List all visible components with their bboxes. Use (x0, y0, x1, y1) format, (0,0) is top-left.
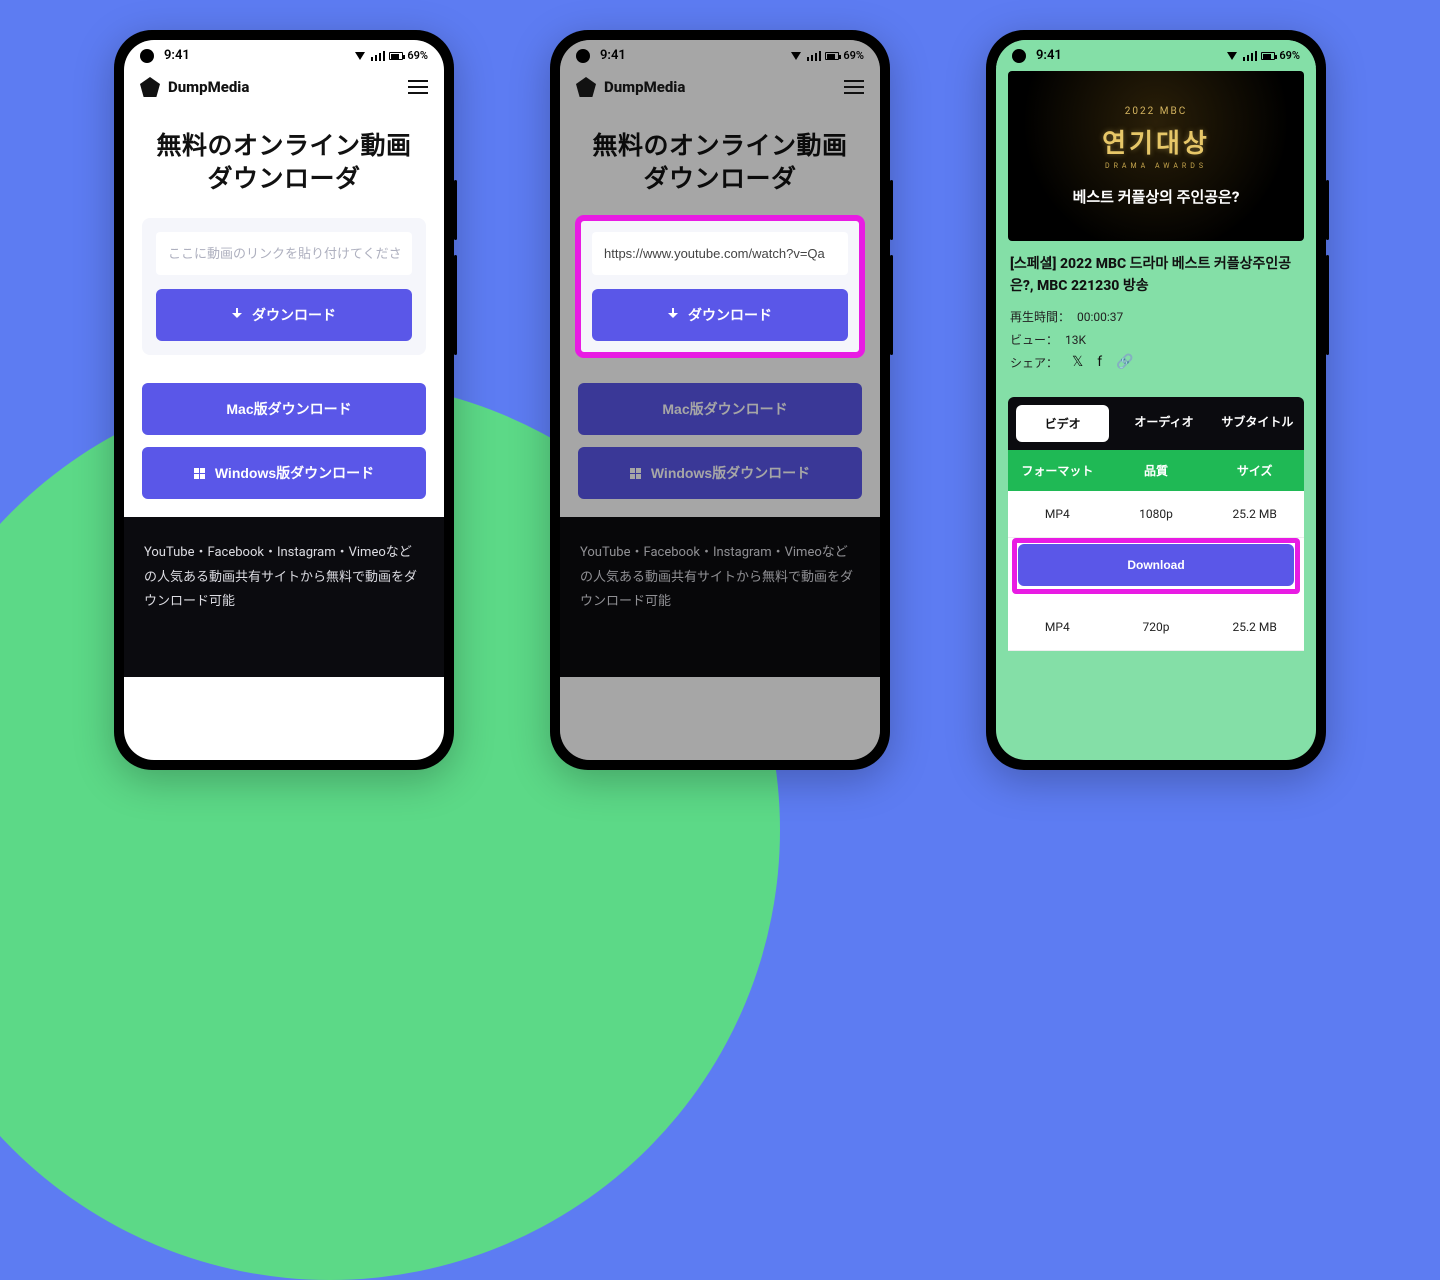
menu-icon[interactable] (844, 80, 864, 94)
brand[interactable]: DumpMedia (576, 77, 685, 97)
views-value: 13K (1065, 333, 1086, 347)
mac-download-label: Mac版ダウンロード (226, 399, 351, 419)
duration-label: 再生時間： (1010, 310, 1070, 324)
download-button[interactable]: ダウンロード (592, 289, 848, 341)
video-title: [스페셜] 2022 MBC 드라마 베스트 커플상주인공은?, MBC 221… (1010, 253, 1302, 298)
battery-percent: 69% (1279, 49, 1300, 62)
camera-hole (140, 49, 154, 63)
battery-percent: 69% (843, 49, 864, 62)
status-bar: 9:41 69% (124, 40, 444, 67)
cellular-icon (807, 51, 821, 61)
thumb-year: 2022 MBC (1125, 106, 1187, 117)
battery-icon (389, 52, 403, 60)
status-bar: 9:41 69% (996, 40, 1316, 67)
download-icon (668, 310, 678, 320)
cell-format: MP4 (1008, 507, 1107, 521)
status-time: 9:41 (1036, 48, 1062, 63)
download-button-label: ダウンロード (688, 305, 772, 325)
signal-icon (791, 52, 801, 60)
footer-text: YouTube・Facebook・Instagram・Vimeoなどの人気ある動… (124, 517, 444, 677)
col-size: サイズ (1205, 462, 1304, 479)
mac-download-label: Mac版ダウンロード (662, 399, 787, 419)
download-button[interactable]: ダウンロード (156, 289, 412, 341)
thumb-title: 연기대상 (1102, 123, 1210, 160)
cell-quality: 720p (1107, 620, 1206, 634)
phone-mockup-2: 9:41 69% DumpMedia 無料のオンライン動画ダウンローダ (550, 30, 890, 770)
windows-icon (630, 468, 641, 479)
brand-name: DumpMedia (604, 78, 685, 96)
url-input-card: ダウンロード (142, 218, 426, 355)
thumb-subtitle: DRAMA AWARDS (1105, 162, 1207, 170)
url-input[interactable] (156, 232, 412, 275)
battery-percent: 69% (407, 49, 428, 62)
windows-icon (194, 468, 205, 479)
camera-hole (576, 49, 590, 63)
windows-download-button[interactable]: Windows版ダウンロード (142, 447, 426, 499)
battery-icon (825, 52, 839, 60)
cell-format: MP4 (1008, 620, 1107, 634)
col-quality: 品質 (1107, 462, 1206, 479)
brand[interactable]: DumpMedia (140, 77, 249, 97)
camera-hole (1012, 49, 1026, 63)
signal-icon (355, 52, 365, 60)
signal-icon (1227, 52, 1237, 60)
status-time: 9:41 (164, 48, 190, 63)
col-format: フォーマット (1008, 462, 1107, 479)
brand-logo-icon (576, 77, 596, 97)
duration-value: 00:00:37 (1077, 310, 1123, 324)
mac-download-button[interactable]: Mac版ダウンロード (578, 383, 862, 435)
tab-audio[interactable]: オーディオ (1117, 397, 1210, 450)
download-icon (232, 310, 242, 320)
windows-download-label: Windows版ダウンロード (651, 463, 810, 483)
brand-logo-icon (140, 77, 160, 97)
windows-download-label: Windows版ダウンロード (215, 463, 374, 483)
status-time: 9:41 (600, 48, 626, 63)
table-row: MP4 720p 25.2 MB (1008, 604, 1304, 651)
menu-icon[interactable] (408, 80, 428, 94)
footer-text: YouTube・Facebook・Instagram・Vimeoなどの人気ある動… (560, 517, 880, 677)
link-icon[interactable]: 🔗 (1116, 354, 1133, 370)
windows-download-button[interactable]: Windows版ダウンロード (578, 447, 862, 499)
cell-quality: 1080p (1107, 507, 1206, 521)
video-thumbnail[interactable]: 2022 MBC 연기대상 DRAMA AWARDS 베스트 커플상의 주인공은… (1008, 71, 1304, 241)
thumb-caption: 베스트 커플상의 주인공은? (1073, 186, 1240, 207)
duration-row: 再生時間： 00:00:37 (1010, 308, 1302, 325)
hero-title: 無料のオンライン動画ダウンローダ (582, 131, 858, 196)
status-bar: 9:41 69% (560, 40, 880, 67)
tab-video[interactable]: ビデオ (1016, 405, 1109, 442)
share-label: シェア： (1010, 354, 1058, 371)
cellular-icon (371, 51, 385, 61)
phone-mockup-1: 9:41 69% DumpMedia 無料のオンライン動画ダウンローダ (114, 30, 454, 770)
phone-mockup-3: 9:41 69% 2022 MBC 연기대상 DRAMA AWARDS 베스트 … (986, 30, 1326, 770)
hero-title: 無料のオンライン動画ダウンローダ (146, 131, 422, 196)
cell-size: 25.2 MB (1205, 507, 1304, 521)
twitter-icon[interactable]: 𝕏 (1072, 354, 1083, 370)
url-input-card-highlighted: ダウンロード (578, 218, 862, 355)
download-action-highlighted: Download (1008, 538, 1304, 604)
tab-subtitle[interactable]: サブタイトル (1211, 397, 1304, 450)
mac-download-button[interactable]: Mac版ダウンロード (142, 383, 426, 435)
views-label: ビュー： (1010, 333, 1058, 347)
facebook-icon[interactable]: f (1097, 354, 1102, 370)
table-header: フォーマット 品質 サイズ (1008, 450, 1304, 491)
download-panel: ビデオ オーディオ サブタイトル フォーマット 品質 サイズ MP4 1080p… (1008, 397, 1304, 651)
cell-size: 25.2 MB (1205, 620, 1304, 634)
views-row: ビュー： 13K (1010, 331, 1302, 348)
table-row: MP4 1080p 25.2 MB (1008, 491, 1304, 538)
cellular-icon (1243, 51, 1257, 61)
row-download-button[interactable]: Download (1018, 544, 1294, 586)
brand-name: DumpMedia (168, 78, 249, 96)
download-button-label: ダウンロード (252, 305, 336, 325)
battery-icon (1261, 52, 1275, 60)
url-input[interactable] (592, 232, 848, 275)
